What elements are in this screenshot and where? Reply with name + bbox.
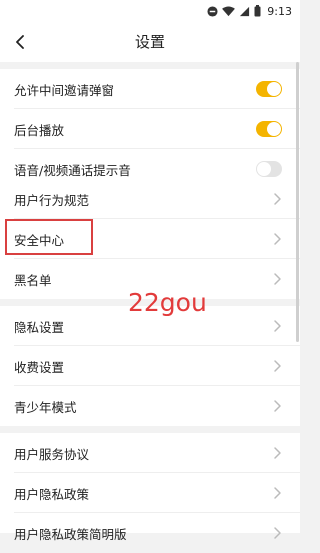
setting-label: 黑名单 — [14, 273, 52, 288]
setting-label: 用户行为规范 — [14, 193, 90, 208]
call-ringtone-toggle[interactable] — [256, 161, 282, 177]
invite-popup-toggle[interactable] — [256, 81, 282, 97]
toggle-knob — [257, 162, 271, 176]
chevron-right-icon — [274, 447, 281, 459]
settings-group-agreements: 用户服务协议 用户隐私政策 用户隐私政策简明版 — [0, 433, 300, 542]
page-title: 设置 — [134, 33, 165, 51]
watermark: 22gou — [128, 288, 207, 317]
do-not-disturb-icon — [207, 5, 218, 17]
status-icons: 9:13 — [207, 3, 292, 19]
settings-group-playback: 允许中间邀请弹窗 后台播放 语音/视频通话提示音 — [0, 69, 300, 189]
setting-teen-mode[interactable]: 青少年模式 — [0, 386, 300, 426]
chevron-right-icon — [274, 273, 281, 285]
signal-icon — [240, 6, 250, 16]
chevron-right-icon — [274, 487, 281, 499]
status-time: 9:13 — [267, 4, 292, 18]
chevron-right-icon — [274, 233, 281, 245]
setting-charges[interactable]: 收费设置 — [0, 346, 300, 386]
status-bar: 9:13 — [0, 0, 300, 22]
chevron-right-icon — [274, 320, 281, 332]
setting-label: 后台播放 — [14, 123, 65, 138]
chevron-right-icon — [274, 400, 281, 412]
wifi-icon — [222, 5, 236, 16]
setting-privacy-policy-brief[interactable]: 用户隐私政策简明版 — [0, 513, 300, 553]
settings-group-privacy: 隐私设置 收费设置 青少年模式 — [0, 306, 300, 426]
chevron-right-icon — [274, 527, 281, 539]
setting-label: 隐私设置 — [14, 320, 65, 335]
setting-label: 收费设置 — [14, 360, 65, 375]
background-play-toggle[interactable] — [256, 121, 282, 137]
chevron-right-icon — [274, 360, 281, 372]
setting-invite-popup: 允许中间邀请弹窗 — [0, 69, 300, 109]
scrollbar[interactable] — [296, 62, 299, 342]
nav-bar: 设置 — [0, 22, 300, 62]
chevron-right-icon — [274, 193, 281, 205]
setting-privacy-policy[interactable]: 用户隐私政策 — [0, 473, 300, 513]
setting-service-agreement[interactable]: 用户服务协议 — [0, 433, 300, 473]
setting-label: 语音/视频通话提示音 — [14, 163, 131, 178]
security-center-highlight — [5, 219, 93, 255]
toggle-knob — [267, 122, 281, 136]
setting-label: 青少年模式 — [14, 400, 77, 415]
setting-label: 用户隐私政策简明版 — [14, 527, 127, 542]
toggle-knob — [267, 82, 281, 96]
setting-user-conduct[interactable]: 用户行为规范 — [0, 179, 300, 219]
battery-icon — [254, 5, 261, 17]
setting-label: 用户服务协议 — [14, 447, 90, 462]
setting-background-play: 后台播放 — [0, 109, 300, 149]
setting-label: 用户隐私政策 — [14, 487, 90, 502]
setting-label: 允许中间邀请弹窗 — [14, 83, 115, 98]
